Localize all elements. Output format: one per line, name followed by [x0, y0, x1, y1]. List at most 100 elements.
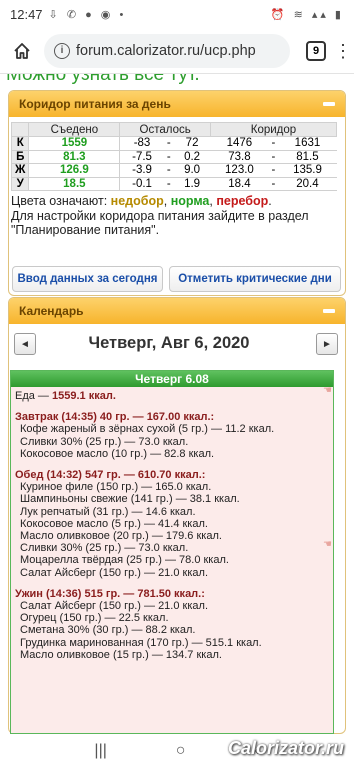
- corridor-panel-header[interactable]: Коридор питания за день: [9, 91, 345, 117]
- url-text: forum.calorizator.ru/ucp.php: [76, 42, 256, 59]
- calendar-panel-title: Календарь: [19, 304, 84, 318]
- cut-heading: Можно узнать всё тут.: [6, 74, 200, 85]
- color-legend: Цвета означают: недобор, норма, перебор.: [11, 194, 345, 208]
- corridor-max: 1631: [278, 136, 337, 151]
- eaten-value: 81.3: [28, 149, 121, 164]
- system-icons: ⏰ ≋ ▴▴ ▮: [270, 8, 344, 21]
- row-label: Ж: [10, 163, 30, 178]
- corridor-min: 123.0: [210, 163, 269, 178]
- corridor-max: 81.5: [278, 149, 337, 164]
- corridor-max: 20.4: [278, 176, 337, 191]
- left-max: 0.2: [173, 149, 211, 164]
- collapse-icon[interactable]: [323, 102, 335, 106]
- row-label: К: [10, 136, 30, 151]
- table-row: К 1559 -83 - 72 1476 - 1631: [10, 136, 337, 151]
- corridor-max: 135.9: [278, 163, 337, 178]
- left-min: -7.5: [119, 149, 164, 164]
- table-row: Б 81.3 -7.5 - 0.2 73.8 - 81.5: [10, 149, 337, 164]
- list-item: Сливки 30% (25 гр.) — 73.0 ккал.: [20, 542, 189, 555]
- legend-sep: ,: [163, 194, 171, 208]
- food-total-value: 1559.1 ккал.: [52, 390, 116, 402]
- list-item: Кофе жареный в зёрнах сухой (5 гр.) — 11…: [20, 423, 275, 436]
- list-item: Куриное филе (150 гр.) — 165.0 ккал.: [20, 481, 212, 494]
- legend-end: .: [268, 194, 272, 208]
- row-label: Б: [10, 149, 30, 164]
- range-dash: -: [268, 149, 279, 164]
- status-bar: 12:47 ⇩ ✆ ● ◉ • ⏰ ≋ ▴▴ ▮: [0, 0, 354, 28]
- left-max: 1.9: [173, 176, 211, 191]
- legend-over: перебор: [216, 194, 269, 208]
- table-header: Коридор: [209, 122, 338, 137]
- table-header: Осталось: [119, 122, 211, 137]
- list-item: Кокосовое масло (10 гр.) — 82.8 ккал.: [20, 447, 215, 460]
- left-max: 9.0: [173, 163, 211, 178]
- corridor-min: 73.8: [210, 149, 269, 164]
- home-icon[interactable]: [8, 37, 36, 65]
- day-body: Еда — 1559.1 ккал. Завтрак (14:35) 40 гр…: [11, 387, 333, 664]
- table-row: У 18.5 -0.1 - 1.9 18.4 - 20.4: [10, 176, 337, 191]
- eaten-value: 18.5: [28, 176, 121, 191]
- food-label: Еда —: [15, 390, 52, 402]
- list-item: Огурец (150 гр.) — 22.5 ккал.: [20, 612, 169, 625]
- info-icon[interactable]: i: [54, 42, 70, 59]
- date-title: Четверг, Авг 6, 2020: [88, 334, 250, 352]
- list-item: Масло оливковое (15 гр.) — 134.7 ккал.: [20, 648, 222, 661]
- tab-switcher-button[interactable]: 9: [306, 40, 326, 61]
- notification-icons: ⇩ ✆ ● ◉ •: [48, 8, 127, 21]
- corridor-min: 1476: [210, 136, 269, 151]
- address-bar[interactable]: i forum.calorizator.ru/ucp.php: [44, 33, 290, 68]
- status-time: 12:47: [10, 6, 43, 22]
- list-item: Шампиньоны свежие (141 гр.) — 38.1 ккал.: [20, 493, 240, 506]
- eaten-value: 126.9: [28, 163, 121, 178]
- corridor-panel-title: Коридор питания за день: [19, 97, 171, 111]
- left-max: 72: [173, 136, 211, 151]
- range-dash: -: [163, 149, 174, 164]
- range-dash: -: [268, 176, 279, 191]
- list-item: Сливки 30% (25 гр.) — 73.0 ккал.: [20, 435, 189, 448]
- list-item: Лук репчатый (31 гр.) — 14.6 ккал.: [20, 505, 196, 518]
- table-row: Ж 126.9 -3.9 - 9.0 123.0 - 135.9: [10, 163, 337, 178]
- prev-day-button[interactable]: ◄: [14, 333, 36, 355]
- overflow-menu-icon[interactable]: ⋮: [334, 42, 352, 60]
- list-item: Кокосовое масло (5 гр.) — 41.4 ккал.: [20, 517, 208, 530]
- hand-icon[interactable]: ☚: [323, 539, 332, 550]
- range-dash: -: [268, 163, 279, 178]
- collapse-icon[interactable]: [323, 309, 335, 313]
- table-header: [10, 122, 30, 137]
- range-dash: -: [163, 136, 174, 151]
- day-header[interactable]: Четверг 6.08: [11, 371, 333, 387]
- left-min: -83: [119, 136, 164, 151]
- home-nav-icon[interactable]: ○: [176, 742, 186, 760]
- recent-apps-icon[interactable]: |||: [94, 742, 106, 760]
- left-min: -0.1: [119, 176, 164, 191]
- table-header: Съедено: [28, 122, 121, 137]
- calendar-panel-header[interactable]: Календарь: [9, 298, 345, 324]
- page-content: Можно узнать всё тут. Коридор питания за…: [0, 74, 354, 734]
- list-item: Сметана 30% (30 гр.) — 88.2 ккал.: [20, 624, 196, 637]
- browser-toolbar: i forum.calorizator.ru/ucp.php 9 ⋮: [0, 28, 354, 74]
- range-dash: -: [268, 136, 279, 151]
- list-item: Салат Айсберг (150 гр.) — 21.0 ккал.: [20, 600, 208, 613]
- meal-title-breakfast: Завтрак (14:35) 40 гр. — 167.00 ккал.:: [15, 411, 215, 424]
- legend-under: недобор: [110, 194, 164, 208]
- corridor-panel: Коридор питания за день Съедено Осталось…: [8, 90, 346, 296]
- legend-prefix: Цвета означают:: [11, 194, 111, 208]
- watermark: Calorizator.ru: [227, 738, 344, 758]
- corridor-min: 18.4: [210, 176, 269, 191]
- list-item: Салат Айсберг (150 гр.) — 21.0 ккал.: [20, 566, 208, 579]
- range-dash: -: [163, 176, 174, 191]
- corridor-table: Съедено Осталось Коридор К 1559 -83 - 72…: [10, 122, 338, 191]
- mark-critical-days-button[interactable]: Отметить критические дни: [169, 266, 341, 292]
- list-item: Моцарелла твёрдая (25 гр.) — 78.0 ккал.: [20, 554, 229, 567]
- input-data-today-button[interactable]: Ввод данных за сегодня: [12, 266, 163, 292]
- left-min: -3.9: [119, 163, 164, 178]
- list-item: Грудинка маринованная (170 гр.) — 515.1 …: [20, 636, 262, 649]
- settings-hint: Для настройки коридора питания зайдите в…: [11, 209, 309, 237]
- range-dash: -: [163, 163, 174, 178]
- next-day-button[interactable]: ►: [316, 333, 338, 355]
- eaten-value: 1559: [28, 136, 121, 151]
- day-entry: Четверг 6.08 Еда — 1559.1 ккал. Завтрак …: [10, 370, 334, 734]
- list-item: Масло оливковое (20 гр.) — 179.6 ккал.: [20, 530, 222, 543]
- hand-icon[interactable]: ☚: [323, 385, 332, 396]
- meal-title-dinner: Ужин (14:36) 515 гр. — 781.50 ккал.:: [15, 587, 205, 600]
